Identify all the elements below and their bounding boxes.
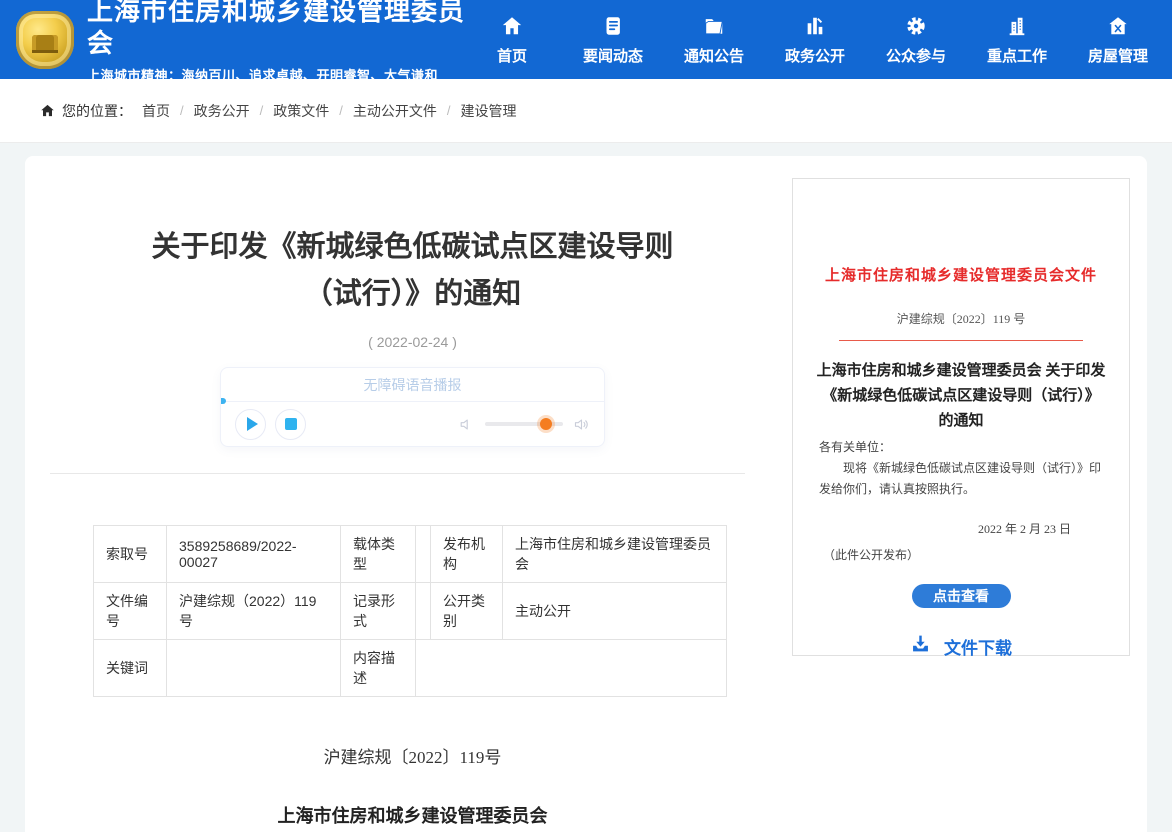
folder-icon	[703, 14, 725, 38]
nav-item-gov-info[interactable]: 政务公开	[779, 14, 851, 66]
doc-number: 沪建综规〔2022〕119号	[80, 743, 745, 768]
main-nav: 首页 要闻动态 通知公告 政务公开 公众参与	[476, 14, 1154, 66]
nav-label: 要闻动态	[583, 45, 643, 66]
meta-value-open-category: 主动公开	[503, 583, 727, 640]
meta-value-content-desc	[416, 640, 727, 697]
meta-value-index-number: 3589258689/2022-00027	[167, 526, 341, 583]
stop-button[interactable]	[275, 409, 306, 440]
nav-label: 房屋管理	[1088, 45, 1148, 66]
preview-date: 2022 年 2 月 23 日	[793, 520, 1129, 537]
volume-slider[interactable]	[485, 422, 563, 426]
preview-doc-title-line1: 上海市住房和城乡建设管理委员会	[817, 363, 1042, 379]
publish-date: ( 2022-02-24 )	[80, 334, 745, 350]
nav-item-notice[interactable]: 通知公告	[678, 14, 750, 66]
site-title: 上海市住房和城乡建设管理委员会	[87, 0, 476, 59]
doc-issuing-org: 上海市住房和城乡建设管理委员会	[80, 802, 745, 828]
nav-label: 首页	[497, 45, 527, 66]
gear-icon	[905, 14, 927, 38]
preview-public-note: （此件公开发布）	[793, 546, 1129, 563]
meta-label-keywords: 关键词	[94, 640, 167, 697]
meta-label-issuing-agency: 发布机构	[431, 526, 503, 583]
breadcrumb-item-policy-files[interactable]: 政策文件	[273, 101, 329, 121]
preview-paragraph: 现将《新城绿色低碳试点区建设导则（试行）》印发给你们，请认真按照执行。	[819, 458, 1103, 500]
breadcrumb-separator: /	[447, 103, 451, 118]
building-icon	[1006, 14, 1028, 38]
breadcrumb-separator: /	[260, 103, 264, 118]
nav-item-key-work[interactable]: 重点工作	[981, 14, 1053, 66]
site-title-block: 上海市住房和城乡建设管理委员会 上海城市精神：海纳百川、追求卓越、开明睿智、大气…	[87, 0, 476, 84]
site-header: 上海市住房和城乡建设管理委员会 上海城市精神：海纳百川、追求卓越、开明睿智、大气…	[0, 0, 1172, 79]
preview-red-divider	[839, 340, 1083, 341]
news-icon	[602, 14, 624, 38]
meta-value-doc-number: 沪建综规（2022）119 号	[167, 583, 341, 640]
nav-label: 通知公告	[684, 45, 744, 66]
nav-item-news[interactable]: 要闻动态	[577, 14, 649, 66]
meta-label-content-desc: 内容描述	[341, 640, 416, 697]
meta-value-keywords	[167, 640, 341, 697]
view-document-button[interactable]: 点击查看	[912, 584, 1011, 608]
nav-item-participation[interactable]: 公众参与	[880, 14, 952, 66]
table-row: 索取号 3589258689/2022-00027 载体类型 发布机构 上海市住…	[94, 526, 727, 583]
meta-label-carrier-type: 载体类型	[341, 526, 416, 583]
nav-item-housing[interactable]: 房屋管理	[1082, 14, 1154, 66]
home-icon	[501, 14, 523, 38]
breadcrumb-item-home[interactable]: 首页	[142, 101, 170, 121]
nav-item-home[interactable]: 首页	[476, 14, 548, 66]
article-main: 关于印发《新城绿色低碳试点区建设导则（试行）》的通知 ( 2022-02-24 …	[80, 156, 745, 832]
audio-controls	[221, 402, 604, 446]
volume-up-icon[interactable]	[573, 416, 590, 433]
stop-icon	[285, 418, 297, 430]
page-title: 关于印发《新城绿色低碳试点区建设导则（试行）》的通知	[140, 224, 685, 318]
audio-reader-widget: 无障碍语音播报	[220, 367, 605, 447]
audio-reader-label: 无障碍语音播报	[364, 377, 462, 393]
content-card: 关于印发《新城绿色低碳试点区建设导则（试行）》的通知 ( 2022-02-24 …	[25, 156, 1147, 832]
table-row: 文件编号 沪建综规（2022）119 号 记录形式 公开类别 主动公开	[94, 583, 727, 640]
meta-value-carrier-type	[416, 526, 431, 583]
breadcrumb-separator: /	[339, 103, 343, 118]
volume-down-icon[interactable]	[458, 416, 475, 433]
meta-label-index-number: 索取号	[94, 526, 167, 583]
nav-label: 公众参与	[886, 45, 946, 66]
breadcrumb: 您的位置： 首页 / 政务公开 / 政策文件 / 主动公开文件 / 建设管理	[0, 79, 1172, 143]
meta-label-record-form: 记录形式	[341, 583, 416, 640]
audio-reader-label-row: 无障碍语音播报	[221, 368, 604, 402]
document-preview-card: 上海市住房和城乡建设管理委员会文件 沪建综规〔2022〕119 号 上海市住房和…	[792, 178, 1130, 656]
breadcrumb-prefix: 您的位置：	[62, 101, 132, 121]
volume-handle[interactable]	[540, 418, 552, 430]
page-body: 关于印发《新城绿色低碳试点区建设导则（试行）》的通知 ( 2022-02-24 …	[0, 143, 1172, 832]
meta-label-open-category: 公开类别	[431, 583, 503, 640]
section-divider	[50, 473, 745, 474]
breadcrumb-item-open-files[interactable]: 主动公开文件	[353, 101, 437, 121]
nav-label: 重点工作	[987, 45, 1047, 66]
download-label: 文件下载	[944, 634, 1012, 659]
site-slogan: 上海城市精神：海纳百川、追求卓越、开明睿智、大气谦和	[87, 65, 476, 84]
breadcrumb-item-gov-info[interactable]: 政务公开	[194, 101, 250, 121]
play-icon	[247, 417, 258, 431]
preview-file-header: 上海市住房和城乡建设管理委员会文件	[793, 264, 1129, 285]
site-logo	[16, 11, 74, 69]
breadcrumb-item-construction-mgmt[interactable]: 建设管理	[461, 101, 517, 121]
meta-value-record-form	[416, 583, 431, 640]
preview-salutation: 各有关单位：	[819, 437, 1103, 458]
chart-icon	[804, 14, 826, 38]
preview-doc-number: 沪建综规〔2022〕119 号	[793, 310, 1129, 327]
download-icon	[910, 633, 931, 659]
meta-label-doc-number: 文件编号	[94, 583, 167, 640]
breadcrumb-home-icon	[40, 101, 62, 121]
document-meta-table: 索取号 3589258689/2022-00027 载体类型 发布机构 上海市住…	[93, 525, 727, 697]
meta-value-issuing-agency: 上海市住房和城乡建设管理委员会	[503, 526, 727, 583]
play-button[interactable]	[235, 409, 266, 440]
file-download-link[interactable]: 文件下载	[793, 633, 1129, 659]
preview-doc-title: 上海市住房和城乡建设管理委员会 关于印发《新城绿色低碳试点区建设导则（试行）》的…	[815, 359, 1107, 434]
house-tools-icon	[1107, 14, 1129, 38]
breadcrumb-separator: /	[180, 103, 184, 118]
nav-label: 政务公开	[785, 45, 845, 66]
preview-doc-body: 各有关单位： 现将《新城绿色低碳试点区建设导则（试行）》印发给你们，请认真按照执…	[819, 437, 1103, 500]
table-row: 关键词 内容描述	[94, 640, 727, 697]
